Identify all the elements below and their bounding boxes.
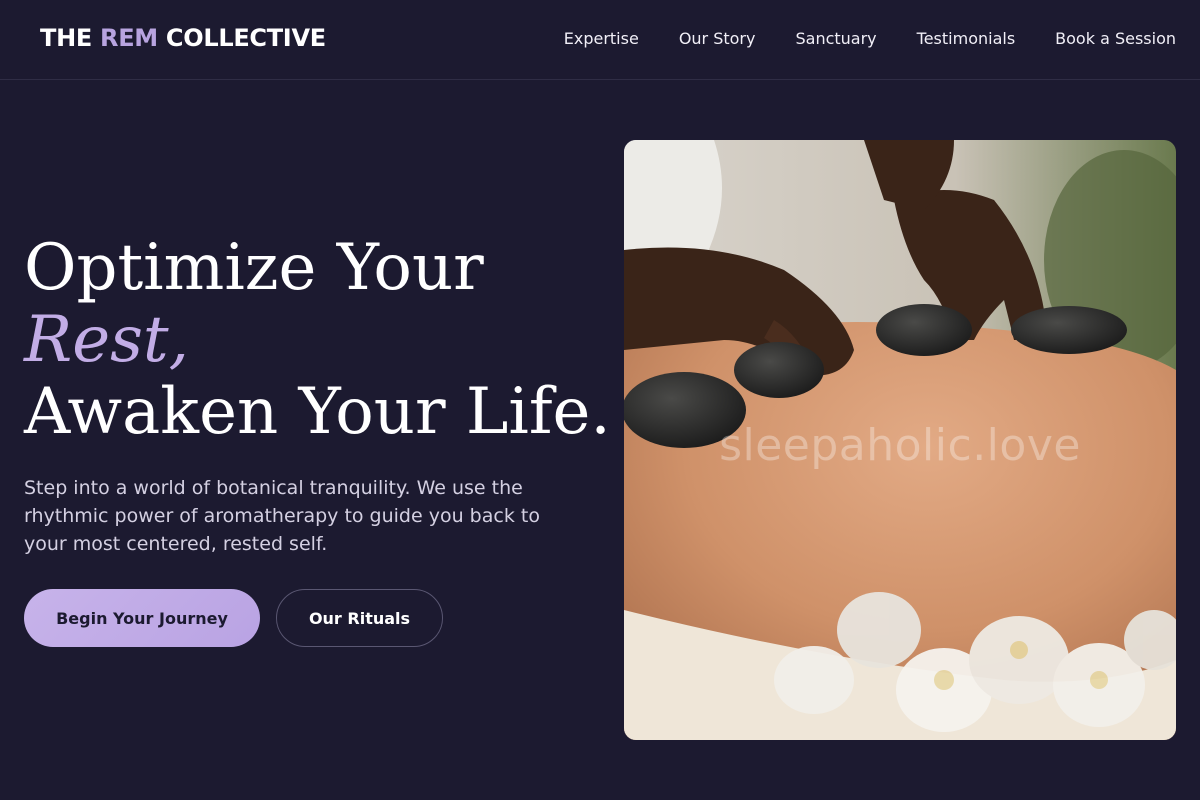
logo-text-accent: REM — [100, 24, 158, 52]
main-nav: Expertise Our Story Sanctuary Testimonia… — [564, 29, 1176, 48]
nav-link-expertise[interactable]: Expertise — [564, 29, 639, 48]
image-watermark: sleepaholic.love — [719, 420, 1081, 471]
nav-link-our-story[interactable]: Our Story — [679, 29, 756, 48]
site-logo[interactable]: THE REM COLLECTIVE — [40, 24, 326, 52]
hero-title-line-3: Awaken Your Life. — [24, 375, 611, 449]
nav-link-sanctuary[interactable]: Sanctuary — [795, 29, 876, 48]
hero-title: Optimize Your Rest, Awaken Your Life. — [24, 232, 611, 448]
logo-text-start: THE — [40, 24, 101, 52]
hero-title-line-1: Optimize Your — [24, 231, 484, 305]
hero-title-accent: Rest, — [24, 303, 189, 377]
nav-link-book-session[interactable]: Book a Session — [1055, 29, 1176, 48]
begin-journey-button[interactable]: Begin Your Journey — [24, 589, 260, 647]
our-rituals-button[interactable]: Our Rituals — [276, 589, 443, 647]
site-header: THE REM COLLECTIVE Expertise Our Story S… — [0, 0, 1200, 80]
hero-subtitle: Step into a world of botanical tranquili… — [24, 477, 540, 555]
nav-link-testimonials[interactable]: Testimonials — [917, 29, 1016, 48]
logo-text-end: COLLECTIVE — [157, 24, 326, 52]
hero-massage-image: sleepaholic.love — [624, 140, 1176, 740]
